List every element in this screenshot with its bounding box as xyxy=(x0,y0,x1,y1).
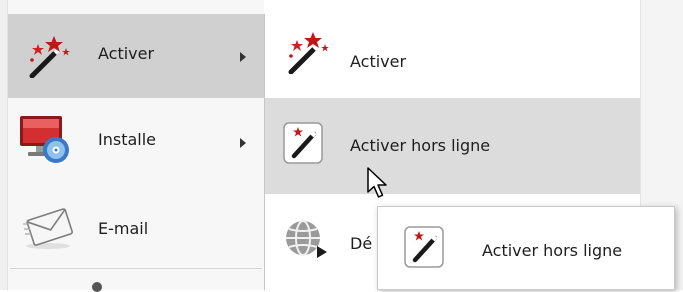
submenu-item-label: Activer xyxy=(350,52,407,71)
menu-separator xyxy=(10,268,262,269)
submenu-item-label: Activer hors ligne xyxy=(350,136,491,155)
submenu-item-activer[interactable]: Activer xyxy=(265,14,640,98)
left-window-edge xyxy=(0,0,8,290)
menu-item-activer[interactable]: Activer xyxy=(8,14,264,98)
partial-icon xyxy=(92,282,102,292)
submenu-item-activer-hors-ligne[interactable]: Activer hors ligne xyxy=(265,98,640,194)
submenu-arrow-icon xyxy=(240,138,246,148)
tooltip-activer-hors-ligne: Activer hors ligne xyxy=(377,206,675,290)
menu-item-label: E-mail xyxy=(98,219,149,238)
envelope-icon xyxy=(23,208,74,249)
menu-item-label: Installe xyxy=(98,130,157,149)
mouse-cursor-icon xyxy=(367,167,387,198)
monitor-disc-icon xyxy=(20,116,69,163)
menu-item-installe[interactable]: Installe xyxy=(8,98,264,194)
menu-item-label: Activer xyxy=(98,44,155,63)
globe-icon xyxy=(286,220,327,258)
menu-item-email[interactable]: E-mail xyxy=(8,194,264,264)
magic-wand-icon xyxy=(29,36,70,78)
submenu-arrow-icon xyxy=(240,52,246,62)
main-menu: Activer Installe E-mail xyxy=(8,0,264,292)
magic-wand-offline-icon xyxy=(283,122,323,164)
submenu-item-label: Dé xyxy=(350,234,373,253)
tooltip-label: Activer hors ligne xyxy=(482,241,623,260)
magic-wand-icon xyxy=(288,32,329,74)
magic-wand-offline-icon xyxy=(404,226,444,268)
